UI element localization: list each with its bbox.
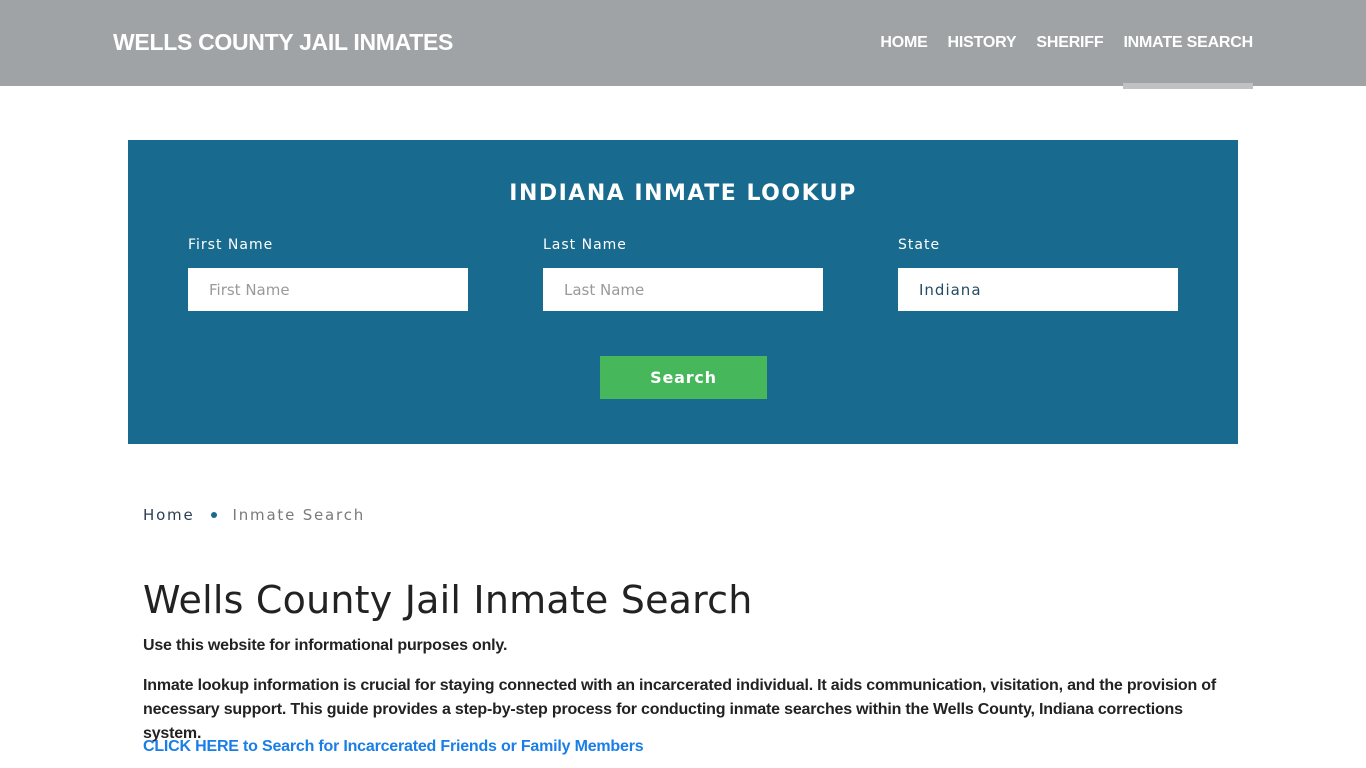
- search-family-link[interactable]: CLICK HERE to Search for Incarcerated Fr…: [143, 738, 644, 756]
- site-header: WELLS COUNTY JAIL INMATES HOME HISTORY S…: [0, 0, 1366, 89]
- disclaimer-text: Use this website for informational purpo…: [143, 637, 508, 654]
- state-input[interactable]: [898, 268, 1178, 311]
- breadcrumb-home-link[interactable]: Home: [143, 506, 195, 524]
- breadcrumb-current: Inmate Search: [232, 506, 366, 524]
- nav-history[interactable]: HISTORY: [938, 0, 1027, 86]
- nav-home[interactable]: HOME: [870, 0, 937, 86]
- main-nav: HOME HISTORY SHERIFF INMATE SEARCH: [870, 0, 1253, 89]
- breadcrumb: Home Inmate Search: [143, 506, 365, 524]
- state-label: State: [898, 237, 941, 253]
- site-logo-link[interactable]: WELLS COUNTY JAIL INMATES: [113, 29, 453, 56]
- breadcrumb-separator-icon: [210, 512, 217, 518]
- intro-paragraph: Inmate lookup information is crucial for…: [143, 677, 1216, 742]
- first-name-input[interactable]: [188, 268, 468, 311]
- last-name-input[interactable]: [543, 268, 823, 311]
- nav-inmate-search[interactable]: INMATE SEARCH: [1113, 0, 1253, 89]
- nav-sheriff[interactable]: SHERIFF: [1026, 0, 1113, 86]
- last-name-label: Last Name: [543, 237, 627, 253]
- search-button[interactable]: Search: [600, 356, 767, 399]
- lookup-title: INDIANA INMATE LOOKUP: [509, 181, 857, 206]
- first-name-label: First Name: [188, 237, 274, 253]
- page-title: Wells County Jail Inmate Search: [143, 578, 753, 622]
